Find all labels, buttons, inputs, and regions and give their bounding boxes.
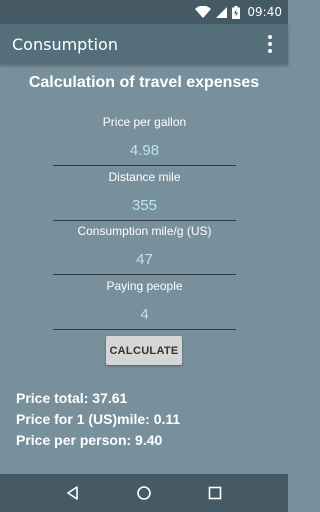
paying-people-input[interactable] — [53, 300, 236, 330]
calculate-button[interactable]: CALCULATE — [106, 336, 182, 365]
distance-label: Distance mile — [108, 170, 181, 184]
app-title: Consumption — [12, 34, 118, 54]
consumption-field: Consumption mile/g (US) — [53, 223, 236, 275]
home-icon[interactable] — [128, 477, 160, 509]
price-per-gallon-input[interactable] — [53, 136, 236, 166]
overflow-menu-icon[interactable] — [262, 32, 278, 56]
main-content: Calculation of travel expenses Price per… — [0, 64, 288, 474]
back-icon[interactable] — [57, 477, 89, 509]
price-per-gallon-field: Price per gallon — [53, 114, 236, 166]
price-per-gallon-label: Price per gallon — [102, 115, 187, 129]
navigation-bar — [0, 474, 288, 512]
wifi-icon — [195, 6, 212, 18]
signal-icon — [216, 6, 228, 18]
consumption-input[interactable] — [53, 245, 236, 275]
recents-icon[interactable] — [199, 477, 231, 509]
consumption-label: Consumption mile/g (US) — [77, 224, 212, 238]
price-total-text: Price total: 37.61 — [16, 390, 128, 406]
price-per-person-text: Price per person: 9.40 — [16, 432, 163, 448]
status-bar: 09:40 — [0, 0, 288, 24]
paying-people-label: Paying people — [106, 279, 183, 293]
page-heading: Calculation of travel expenses — [28, 74, 260, 91]
paying-people-field: Paying people — [53, 278, 236, 330]
battery-charging-icon — [232, 5, 241, 19]
price-per-mile-text: Price for 1 (US)mile: 0.11 — [16, 411, 181, 427]
results: Price total: 37.61 Price for 1 (US)mile:… — [16, 388, 180, 451]
distance-input[interactable] — [53, 191, 236, 221]
distance-field: Distance mile — [53, 169, 236, 221]
clock: 09:40 — [247, 5, 282, 19]
app-bar: Consumption — [0, 24, 288, 64]
